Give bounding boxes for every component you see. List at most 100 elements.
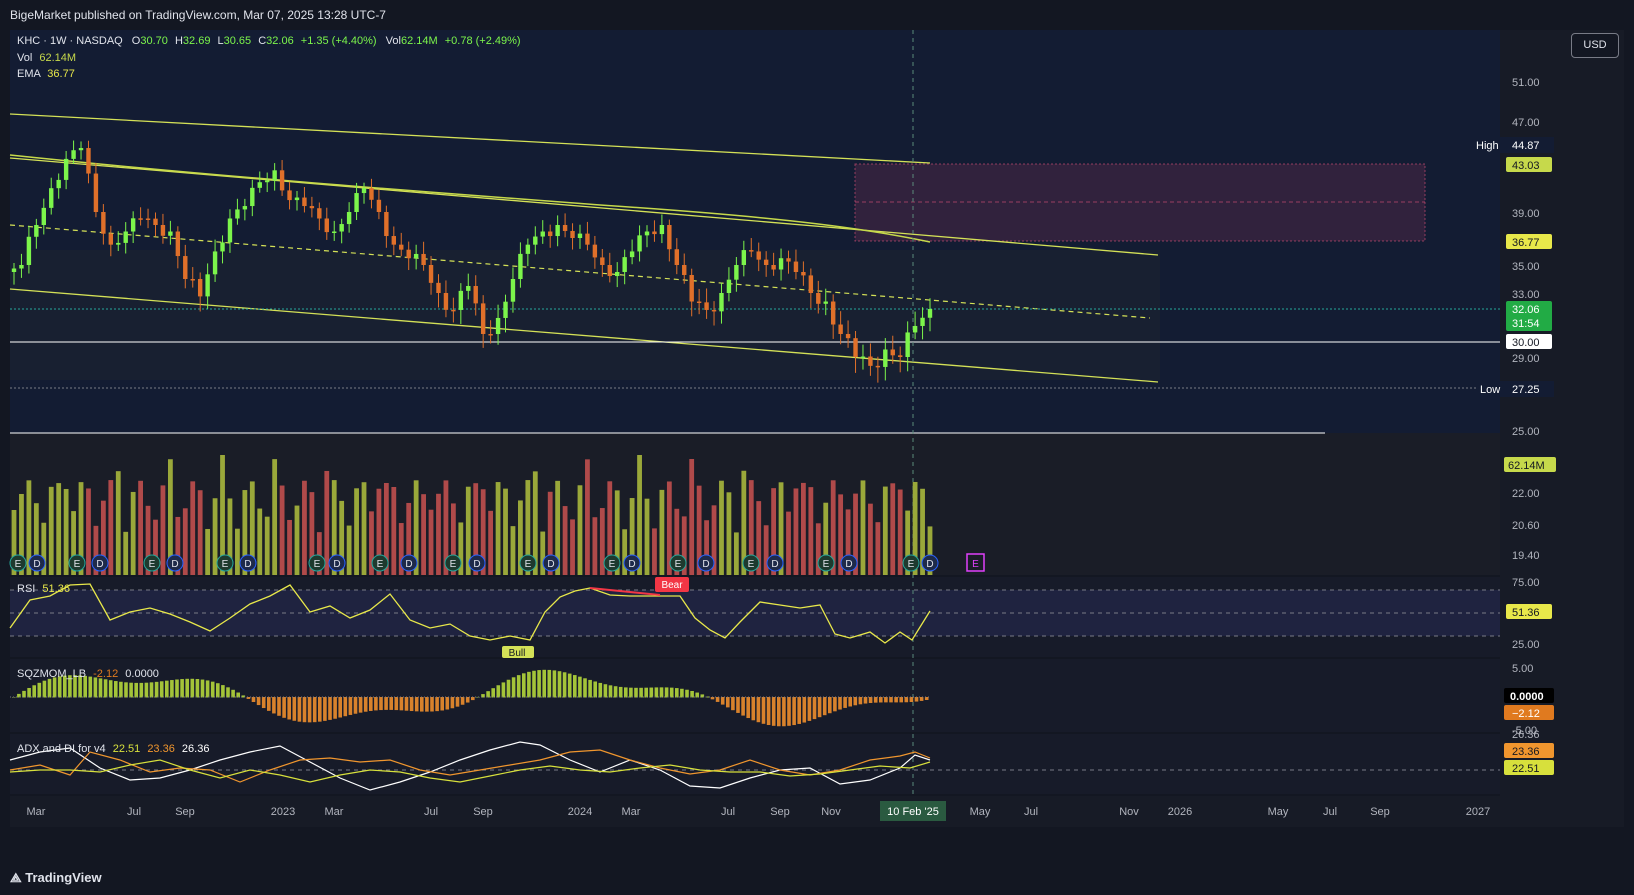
volume-bar <box>540 531 546 575</box>
adx-pane[interactable] <box>10 734 1500 794</box>
price-tick-35: 35.00 <box>1512 261 1540 273</box>
candle-body <box>346 212 352 225</box>
earnings-marker[interactable]: E <box>603 554 621 572</box>
dividend-marker[interactable]: D <box>468 554 486 572</box>
dividend-marker[interactable]: D <box>400 554 418 572</box>
sqz-bar <box>552 670 557 698</box>
sqz-bar <box>649 687 654 698</box>
candle-body <box>123 231 128 243</box>
sqz-bar <box>358 697 363 713</box>
candle-body <box>533 236 538 245</box>
candle-body <box>920 317 925 326</box>
sqz-bar <box>787 697 791 726</box>
earnings-marker[interactable]: E <box>371 554 389 572</box>
sqz-bar <box>414 697 419 712</box>
legend-rsi: RSI 51.36 <box>17 583 70 595</box>
candle-body <box>153 218 158 226</box>
time-tick-label: Sep <box>1370 806 1390 818</box>
dividend-marker[interactable]: D <box>623 554 641 572</box>
event-label: D <box>405 559 412 570</box>
sqz-bar <box>756 697 761 723</box>
sqz-bar <box>307 697 312 723</box>
sqz-bar <box>843 697 847 708</box>
candle-body <box>480 303 486 334</box>
earnings-marker[interactable]: E <box>143 554 161 572</box>
earnings-marker[interactable]: E <box>817 554 835 572</box>
time-tick-label: Mar <box>622 806 641 818</box>
sqz-bar <box>272 697 276 714</box>
sqz-bar <box>761 697 766 724</box>
candle-body <box>19 265 24 269</box>
event-label: D <box>547 559 554 570</box>
dividend-marker[interactable]: D <box>28 554 46 572</box>
dividend-marker[interactable]: D <box>542 554 560 572</box>
candle-body <box>41 207 46 226</box>
candle-body <box>361 188 367 194</box>
event-label: E <box>222 559 229 570</box>
sqz-bar <box>506 679 511 698</box>
dividend-marker[interactable]: D <box>766 554 784 572</box>
candle-body <box>183 256 188 279</box>
svg-text:43.03: 43.03 <box>1512 160 1540 172</box>
sqz-bar <box>542 669 546 698</box>
sqz-bar <box>782 697 786 727</box>
chart-svg[interactable]: EDEDEDEDEDEDEDEDEDEDEDEDEDE Bear Bull 51… <box>0 0 1634 860</box>
earnings-marker[interactable]: E <box>669 554 687 572</box>
candle-body <box>629 251 635 258</box>
currency-button[interactable]: USD <box>1571 33 1619 58</box>
earnings-marker[interactable]: E <box>902 554 920 572</box>
volume-bar <box>428 509 434 575</box>
event-label: E <box>823 559 830 570</box>
sqz-bar <box>261 697 266 709</box>
volume-bar <box>644 498 650 575</box>
footer-bar: ⟁ TradingView <box>0 860 1634 895</box>
earnings-marker[interactable]: E <box>742 554 760 572</box>
price-tick-22: 22.00 <box>1512 488 1540 500</box>
sqz-bar <box>751 697 756 721</box>
earnings-marker[interactable]: E <box>9 554 27 572</box>
earnings-marker[interactable]: E <box>68 554 86 572</box>
candle-body <box>801 272 806 276</box>
sqz-bar <box>516 675 521 698</box>
sqz-bar <box>690 690 694 698</box>
candle-body <box>898 355 903 357</box>
candle-body <box>86 148 91 174</box>
candle-body <box>436 282 441 293</box>
candle-body <box>242 206 248 210</box>
dividend-marker[interactable]: D <box>697 554 715 572</box>
dividend-marker[interactable]: D <box>239 554 257 572</box>
svg-text:30.00: 30.00 <box>1512 337 1540 349</box>
volume-bar <box>56 483 62 575</box>
sqz-bar <box>562 672 567 698</box>
dividend-marker[interactable]: D <box>91 554 109 572</box>
candle-body <box>704 302 709 310</box>
earnings-marker[interactable]: E <box>444 554 462 572</box>
sqz-bar <box>766 697 771 726</box>
volume-bar <box>182 508 188 575</box>
candle-body <box>130 218 136 232</box>
sqz-bar <box>639 687 643 698</box>
sqz-bar <box>797 697 801 724</box>
earnings-marker[interactable]: E <box>308 554 326 572</box>
svg-text:Low: Low <box>1480 384 1500 396</box>
candle-body <box>763 259 769 265</box>
volume-bar <box>793 488 799 575</box>
tradingview-logo[interactable]: ⟁ TradingView <box>10 870 102 886</box>
sqz-bar <box>17 693 21 698</box>
sqz-bar <box>277 697 281 716</box>
candle-body <box>175 231 181 257</box>
event-label: D <box>96 559 103 570</box>
sqz-bar <box>363 697 368 712</box>
candle-body <box>376 199 382 212</box>
dividend-marker[interactable]: D <box>921 554 939 572</box>
dividend-marker[interactable]: D <box>840 554 858 572</box>
time-tick-label: Sep <box>770 806 790 818</box>
dividend-marker[interactable]: D <box>166 554 184 572</box>
earnings-marker[interactable]: E <box>216 554 234 572</box>
volume-bar <box>868 503 873 575</box>
sqz-bar <box>312 697 317 723</box>
candle-body <box>711 309 717 312</box>
dividend-marker[interactable]: D <box>328 554 346 572</box>
earnings-marker[interactable]: E <box>519 554 537 572</box>
volume-bar <box>138 480 144 575</box>
